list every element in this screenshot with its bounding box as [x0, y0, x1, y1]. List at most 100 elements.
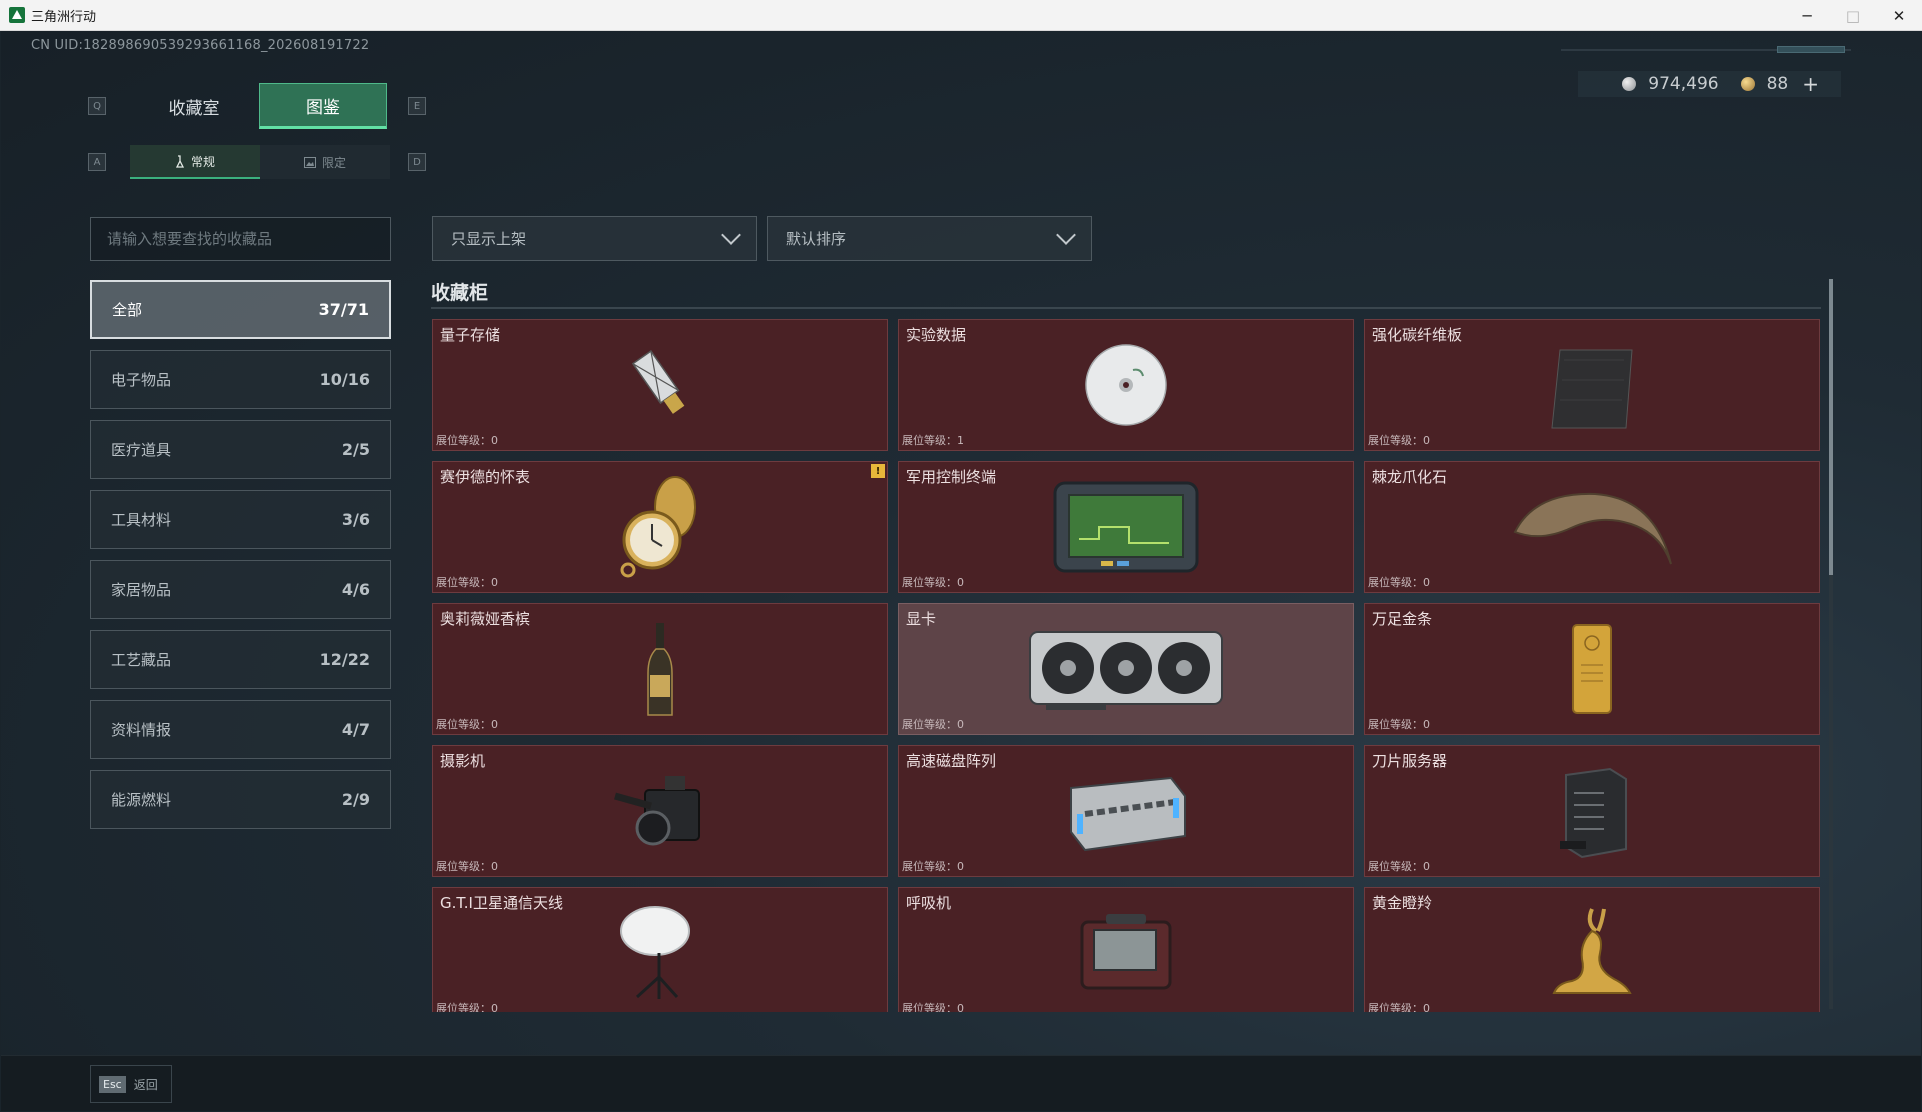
collection-grid: 量子存储 展位等级：0 实验数据 展位等级：1 强化碳纤维板 展位等级：0 赛伊…	[431, 317, 1821, 1012]
item-card[interactable]: 黄金瞪羚 展位等级：0	[1364, 887, 1820, 1012]
item-card[interactable]: G.T.I卫星通信天线 展位等级：0	[432, 887, 888, 1012]
tab-limited[interactable]: 限定	[260, 145, 390, 179]
category-crafts[interactable]: 工艺藏品 12/22	[90, 630, 391, 689]
close-button[interactable]: ✕	[1876, 0, 1922, 31]
app-logo-icon	[9, 7, 25, 23]
key-hint-a: A	[88, 153, 106, 171]
display-level: 展位等级：0	[1368, 576, 1430, 589]
category-count: 4/7	[341, 720, 370, 739]
item-name: 黄金瞪羚	[1372, 894, 1433, 912]
esc-key-hint: Esc	[99, 1075, 126, 1093]
item-name: 高速磁盘阵列	[906, 752, 997, 770]
item-name: G.T.I卫星通信天线	[440, 894, 563, 912]
category-household[interactable]: 家居物品 4/6	[90, 560, 391, 619]
category-count: 3/6	[341, 510, 370, 529]
search-input[interactable]	[90, 217, 391, 261]
currency-panel: 974,496 88 +	[1578, 71, 1841, 97]
display-level: 展位等级：0	[1368, 718, 1430, 731]
silver-coin-icon	[1622, 77, 1637, 91]
category-count: 4/6	[341, 580, 370, 599]
bottom-bar	[1, 1055, 1921, 1111]
item-name: 棘龙爪化石	[1372, 468, 1448, 486]
shelf-filter-value: 只显示上架	[451, 230, 527, 248]
maximize-button[interactable]: □	[1830, 0, 1876, 31]
window-title: 三角洲行动	[31, 9, 97, 25]
item-card[interactable]: 刀片服务器 展位等级：0	[1364, 745, 1820, 877]
item-name: 强化碳纤维板	[1372, 326, 1463, 344]
control-terminal-icon	[1053, 481, 1199, 573]
tab-collection-room[interactable]: 收藏室	[130, 83, 258, 129]
category-medical[interactable]: 医疗道具 2/5	[90, 420, 391, 479]
window-controls: ─ □ ✕	[1784, 0, 1922, 31]
key-hint-q: Q	[88, 97, 106, 115]
item-card[interactable]: 显卡 展位等级：0	[898, 603, 1354, 735]
chevron-down-icon	[1056, 224, 1076, 245]
category-label: 工艺藏品	[111, 651, 172, 669]
pocket-watch-icon	[620, 476, 696, 578]
display-level: 展位等级：0	[902, 576, 964, 589]
item-card[interactable]: 军用控制终端 展位等级：0	[898, 461, 1354, 593]
chevron-down-icon	[721, 224, 741, 245]
display-level: 展位等级：0	[1368, 434, 1430, 447]
sort-value: 默认排序	[786, 230, 847, 248]
claw-fossil-icon	[1513, 492, 1672, 565]
carbon-plate-icon	[1551, 349, 1633, 429]
minimize-button[interactable]: ─	[1784, 0, 1830, 31]
header-decoration-chip	[1777, 46, 1845, 53]
item-card[interactable]: 棘龙爪化石 展位等级：0	[1364, 461, 1820, 593]
item-name: 刀片服务器	[1372, 752, 1448, 770]
tab-regular-label: 常规	[190, 154, 215, 169]
item-card[interactable]: 摄影机 展位等级：0	[432, 745, 888, 877]
tab-limited-label: 限定	[321, 155, 346, 170]
display-level: 展位等级：0	[436, 860, 498, 873]
display-level: 展位等级：0	[902, 718, 964, 731]
category-intel[interactable]: 资料情报 4/7	[90, 700, 391, 759]
sort-dropdown[interactable]: 默认排序	[767, 216, 1092, 261]
category-electronics[interactable]: 电子物品 10/16	[90, 350, 391, 409]
item-card[interactable]: 奥莉薇娅香槟 展位等级：0	[432, 603, 888, 735]
new-badge: !	[871, 464, 885, 478]
item-name: 军用控制终端	[906, 468, 997, 486]
category-label: 电子物品	[111, 371, 172, 389]
game-viewport: CN UID:1828986905392936611​68_2026081917…	[1, 31, 1921, 1111]
item-name: 呼吸机	[906, 894, 952, 912]
blade-server-icon	[1560, 767, 1627, 859]
scrollbar[interactable]	[1829, 279, 1833, 1009]
item-card[interactable]: 万足金条 展位等级：0	[1364, 603, 1820, 735]
disc-icon	[1085, 344, 1167, 426]
item-card[interactable]: 实验数据 展位等级：1	[898, 319, 1354, 451]
item-card[interactable]: 呼吸机 展位等级：0	[898, 887, 1354, 1012]
category-count: 12/22	[319, 650, 370, 669]
category-label: 资料情报	[111, 721, 172, 739]
uid-label: CN UID:1828986905392936611​68_2026081917…	[31, 38, 370, 53]
scrollbar-thumb[interactable]	[1829, 279, 1833, 575]
gold-coin-icon	[1740, 77, 1755, 91]
category-label: 能源燃料	[111, 791, 172, 809]
tab-catalog[interactable]: 图鉴	[259, 83, 387, 129]
item-card[interactable]: 高速磁盘阵列 展位等级：0	[898, 745, 1354, 877]
item-name: 赛伊德的怀表	[440, 468, 531, 486]
category-energy[interactable]: 能源燃料 2/9	[90, 770, 391, 829]
add-currency-button[interactable]: +	[1802, 72, 1819, 96]
camera-icon	[614, 776, 700, 846]
display-level: 展位等级：0	[902, 1002, 964, 1012]
key-hint-e: E	[408, 97, 426, 115]
item-card[interactable]: 量子存储 展位等级：0	[432, 319, 888, 451]
category-label: 全部	[112, 301, 143, 319]
tab-regular[interactable]: 常规	[130, 145, 260, 179]
champagne-icon	[647, 623, 673, 716]
section-title: 收藏柜	[431, 282, 489, 304]
category-all[interactable]: 全部 37/71	[90, 280, 391, 339]
display-level: 展位等级：0	[902, 860, 964, 873]
item-card[interactable]: 赛伊德的怀表 ! 展位等级：0	[432, 461, 888, 593]
display-level: 展位等级：1	[902, 434, 964, 447]
category-tools[interactable]: 工具材料 3/6	[90, 490, 391, 549]
display-level: 展位等级：0	[1368, 1002, 1430, 1012]
item-card[interactable]: 强化碳纤维板 展位等级：0	[1364, 319, 1820, 451]
category-count: 37/71	[318, 300, 369, 319]
back-button[interactable]: Esc 返回	[90, 1065, 172, 1103]
category-count: 2/9	[341, 790, 370, 809]
item-name: 万足金条	[1372, 610, 1433, 628]
shelf-filter-dropdown[interactable]: 只显示上架	[432, 216, 757, 261]
display-level: 展位等级：0	[1368, 860, 1430, 873]
